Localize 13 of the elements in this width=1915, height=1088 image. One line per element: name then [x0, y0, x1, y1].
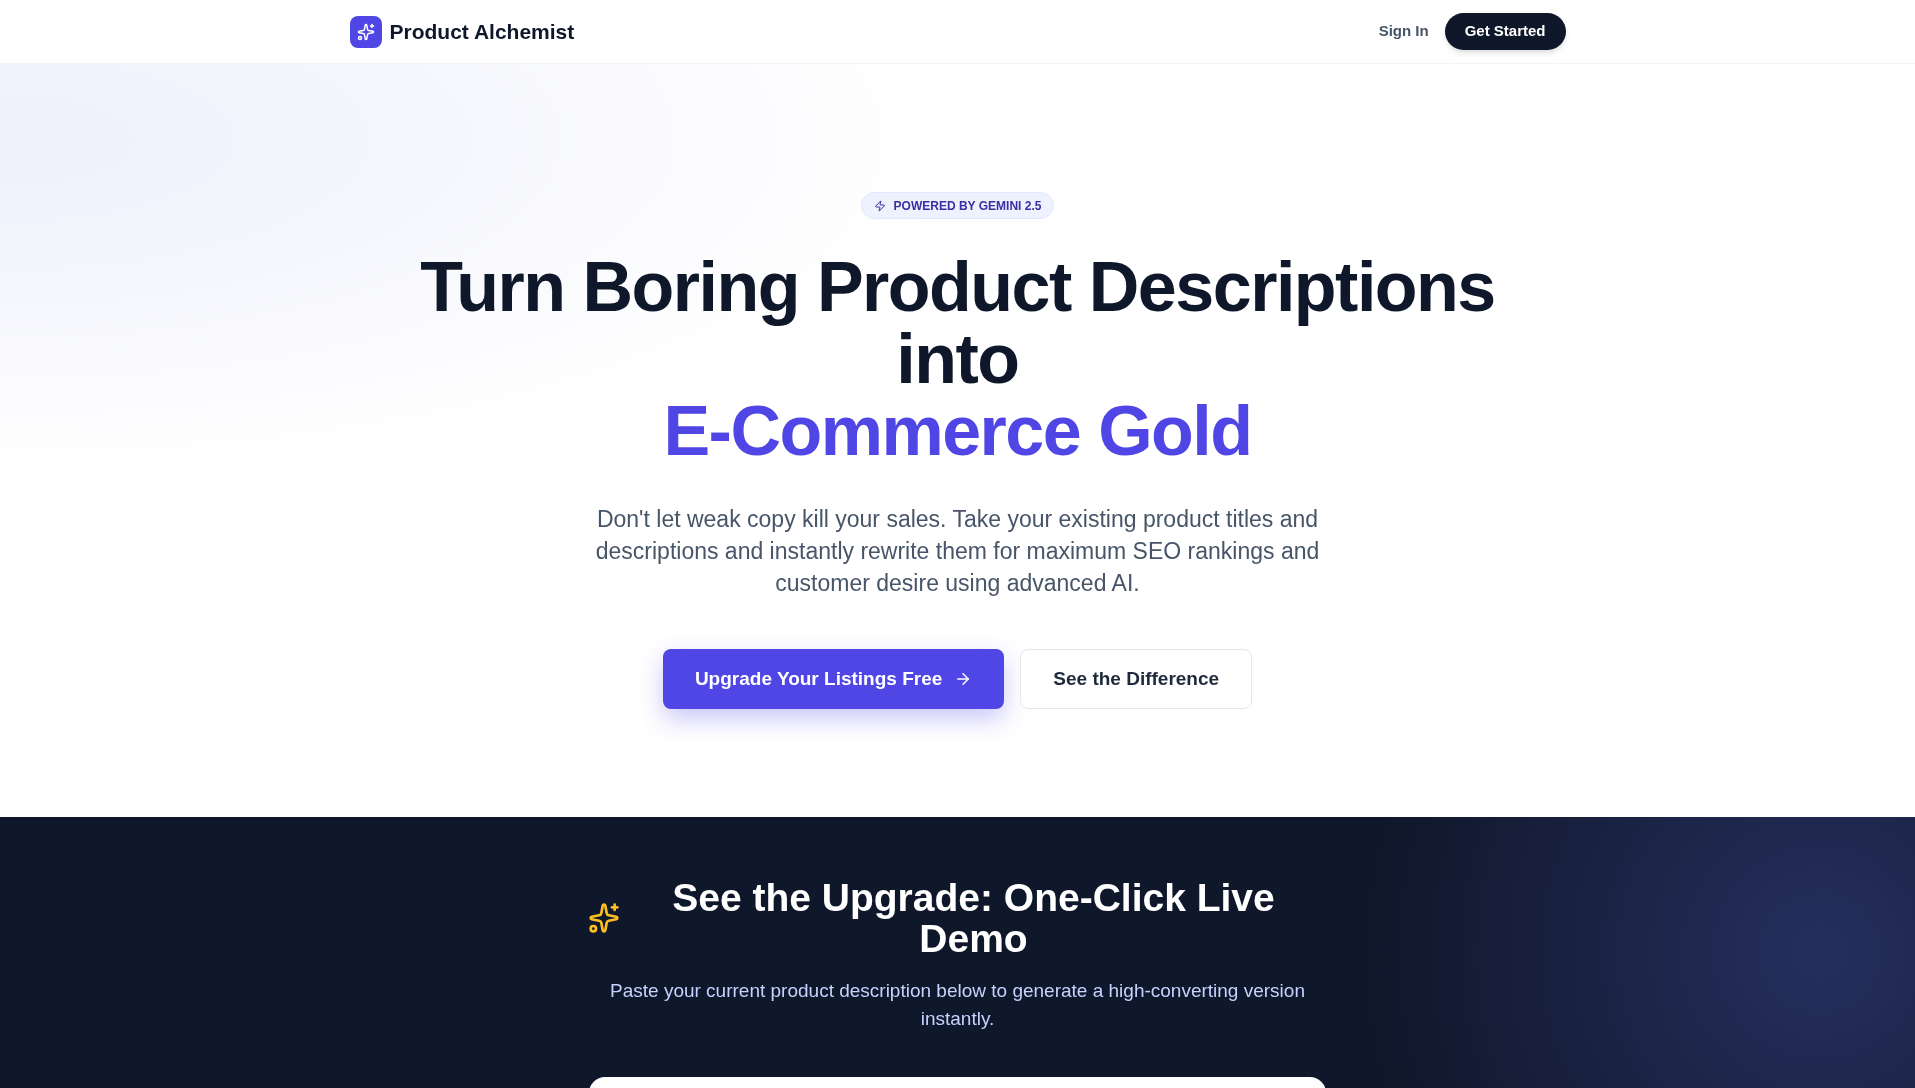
sparkles-icon [349, 15, 382, 48]
demo-heading: See the Upgrade: One-Click Live Demo [671, 877, 1276, 959]
badge-text: POWERED BY GEMINI 2.5 [893, 197, 1042, 215]
see-difference-button[interactable]: See the Difference [1020, 649, 1253, 709]
demo-description: Paste your current product description below to generate a high-converting version instantly. [609, 979, 1306, 1031]
brand-name: Product Alchemist [389, 18, 575, 45]
sparkles-icon [587, 902, 620, 934]
get-started-button[interactable]: Get Started [1444, 13, 1566, 50]
sign-in-link[interactable]: Sign In [1378, 20, 1429, 43]
hero-description: Don't let weak copy kill your sales. Take your existing product titles and descriptions and instantly rewrite them for maximum SEO rankings and customer desire using advanced AI. [594, 505, 1321, 598]
upgrade-button[interactable]: Upgrade Your Listings Free [662, 649, 1005, 709]
hero-heading: Turn Boring Product Descriptions into E-Commerce Gold [420, 251, 1495, 467]
lightning-icon [873, 199, 886, 212]
